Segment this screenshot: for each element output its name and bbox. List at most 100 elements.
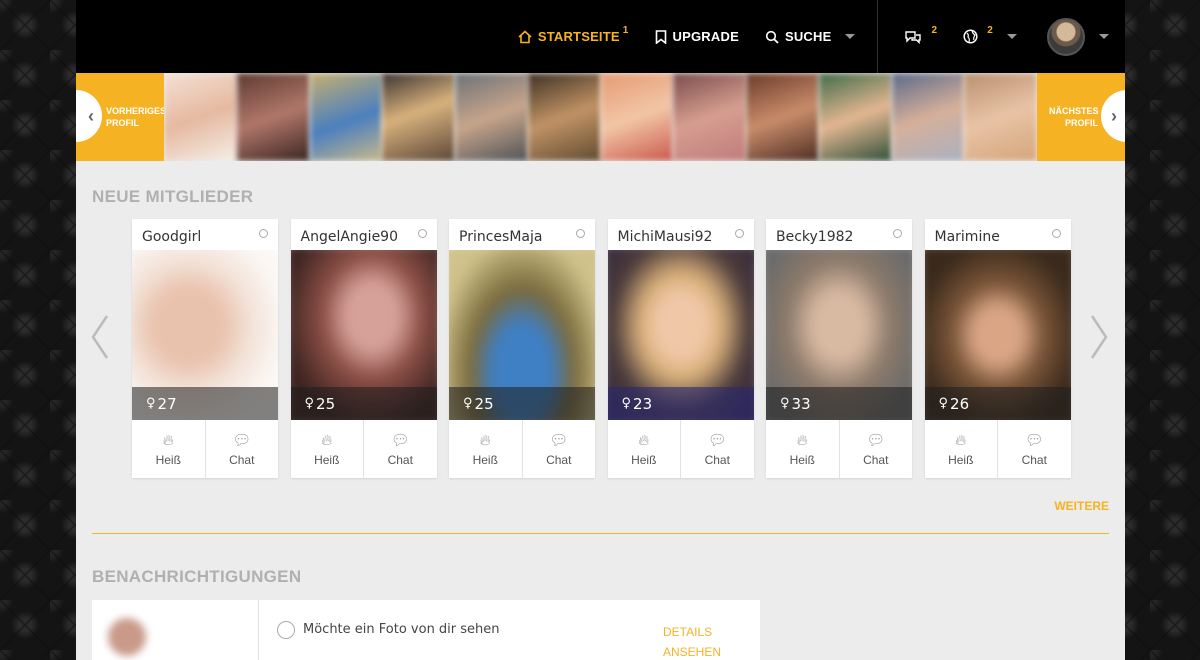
member-age: ♀ 25 (449, 387, 595, 420)
home-icon (518, 29, 532, 44)
member-card[interactable]: Marimine ♀ 26 🔥︎ Heiß 💬︎ Chat (924, 219, 1071, 478)
member-photo[interactable]: ♀ 25 (290, 250, 437, 420)
chat-button[interactable]: 💬︎ Chat (364, 420, 437, 478)
notification-item[interactable]: Möchte ein Foto von dir sehen DETAILS AN… (92, 600, 760, 660)
nav-upgrade[interactable]: UPGRADE (655, 22, 739, 52)
next-profile-button[interactable]: NÄCHSTES PROFIL › (1037, 73, 1125, 161)
female-icon: ♀ (463, 396, 473, 411)
chevron-down-icon[interactable] (1099, 34, 1109, 39)
nav-startseite[interactable]: STARTSEITE 1 (518, 22, 629, 52)
member-name[interactable]: AngelAngie90 (291, 219, 437, 250)
user-avatar[interactable] (1047, 17, 1085, 56)
chat-button[interactable]: 💬︎ Chat (998, 420, 1071, 478)
new-members-title: NEUE MITGLIEDER (92, 187, 254, 206)
member-photo[interactable]: ♀ 23 (607, 250, 754, 420)
previous-profile-label-2: PROFIL (106, 118, 139, 128)
profile-thumbnail[interactable] (236, 73, 310, 161)
online-status-icon (1051, 229, 1061, 238)
previous-profile-label-1: VORHERIGES (106, 106, 167, 116)
hot-button[interactable]: 🔥︎ Heiß (132, 420, 206, 478)
member-card[interactable]: AngelAngie90 ♀ 25 🔥︎ Heiß 💬︎ Chat (290, 219, 437, 478)
nav-messages[interactable]: 2 (904, 22, 937, 52)
chat-icon: 💬︎ (549, 432, 569, 449)
chat-button[interactable]: 💬︎ Chat (523, 420, 596, 478)
flame-icon: 🔥︎ (479, 431, 491, 449)
profile-thumbnail[interactable] (746, 73, 819, 161)
member-photo[interactable]: ♀ 33 (766, 250, 912, 420)
top-navbar: STARTSEITE 1 UPGRADE SUCHE 2 2 (76, 0, 1125, 73)
nav-suche-label: SUCHE (784, 29, 832, 44)
chevron-down-icon (845, 34, 856, 39)
profile-thumbnail[interactable] (891, 73, 965, 161)
messages-badge: 2 (931, 25, 938, 36)
flame-icon: 🔥︎ (796, 431, 808, 449)
nav-divider (877, 0, 879, 73)
nav-startseite-label: STARTSEITE (537, 29, 620, 44)
carousel-next-arrow[interactable] (1089, 314, 1109, 368)
flame-icon: 🔥︎ (162, 431, 174, 449)
chat-icon: 💬︎ (390, 432, 410, 449)
member-name[interactable]: Becky1982 (766, 219, 912, 250)
chat-icon: 💬︎ (707, 432, 727, 449)
next-profile-label-2: PROFIL (1065, 118, 1098, 128)
female-icon: ♀ (938, 396, 949, 411)
profile-thumbnail[interactable] (600, 73, 674, 161)
member-name[interactable]: MichiMausi92 (608, 219, 754, 250)
profile-thumbnail[interactable] (964, 73, 1037, 161)
online-status-icon (893, 229, 902, 238)
member-photo[interactable]: ♀ 26 (924, 250, 1071, 420)
online-status-icon (576, 229, 585, 238)
hot-button[interactable]: 🔥︎ Heiß (925, 420, 998, 478)
profile-thumbnail[interactable] (455, 73, 528, 161)
member-photo[interactable]: ♀ 27 (132, 250, 278, 420)
chat-button[interactable]: 💬︎ Chat (840, 420, 913, 478)
notification-avatar[interactable] (108, 618, 146, 656)
nav-upgrade-label: UPGRADE (672, 29, 739, 44)
member-card[interactable]: PrincesMaja ♀ 25 🔥︎ Heiß 💬︎ Chat (449, 219, 595, 478)
hot-button[interactable]: 🔥︎ Heiß (766, 420, 840, 478)
notification-details-link[interactable]: DETAILS ANSEHEN (663, 622, 723, 660)
chat-icon: 💬︎ (232, 432, 252, 449)
member-card[interactable]: MichiMausi92 ♀ 23 🔥︎ Heiß 💬︎ Chat (607, 219, 754, 478)
member-name[interactable]: PrincesMaja (449, 219, 595, 250)
female-icon: ♀ (146, 396, 156, 411)
chat-icon: 💬︎ (1024, 432, 1044, 449)
bookmark-icon (655, 29, 667, 44)
member-name[interactable]: Goodgirl (132, 219, 278, 250)
app-container: STARTSEITE 1 UPGRADE SUCHE 2 2 ‹ VORHERI… (76, 0, 1125, 660)
member-photo[interactable]: ♀ 25 (449, 250, 595, 420)
chat-button[interactable]: 💬︎ Chat (206, 420, 279, 478)
member-name[interactable]: Marimine (925, 219, 1071, 250)
hot-button[interactable]: 🔥︎ Heiß (608, 420, 681, 478)
nav-globe[interactable]: 2 (963, 22, 1017, 52)
carousel-prev-arrow[interactable] (90, 314, 110, 368)
member-age: ♀ 26 (924, 387, 1071, 420)
globe-icon (963, 29, 978, 44)
profile-strip: ‹ VORHERIGES PROFIL NÄCHSTES PROFIL › (76, 73, 1125, 161)
profile-thumbnail[interactable] (673, 73, 746, 161)
chevron-left-icon: ‹ (76, 90, 102, 142)
chat-button[interactable]: 💬︎ Chat (681, 420, 754, 478)
online-status-icon (734, 229, 744, 238)
flame-icon: 🔥︎ (955, 431, 967, 449)
next-profile-label-1: NÄCHSTES (1049, 106, 1099, 116)
member-age: ♀ 33 (766, 387, 912, 420)
female-icon: ♀ (304, 396, 315, 411)
hot-button[interactable]: 🔥︎ Heiß (291, 420, 364, 478)
profile-thumbnails (164, 73, 1037, 161)
profile-thumbnail[interactable] (382, 73, 455, 161)
chevron-right-icon: › (1101, 90, 1125, 142)
nav-suche[interactable]: SUCHE (765, 22, 856, 52)
profile-thumbnail[interactable] (309, 73, 383, 161)
previous-profile-button[interactable]: ‹ VORHERIGES PROFIL (76, 73, 167, 161)
member-age: ♀ 27 (132, 387, 278, 420)
profile-thumbnail[interactable] (164, 73, 237, 161)
member-card[interactable]: Becky1982 ♀ 33 🔥︎ Heiß 💬︎ Chat (766, 219, 912, 478)
profile-thumbnail[interactable] (527, 73, 601, 161)
profile-thumbnail[interactable] (818, 73, 892, 161)
hot-button[interactable]: 🔥︎ Heiß (449, 420, 523, 478)
more-members-link[interactable]: WEITERE (1054, 499, 1109, 513)
user-icon (277, 621, 295, 639)
member-card[interactable]: Goodgirl ♀ 27 🔥︎ Heiß 💬︎ Chat (132, 219, 278, 478)
flame-icon: 🔥︎ (321, 431, 333, 449)
